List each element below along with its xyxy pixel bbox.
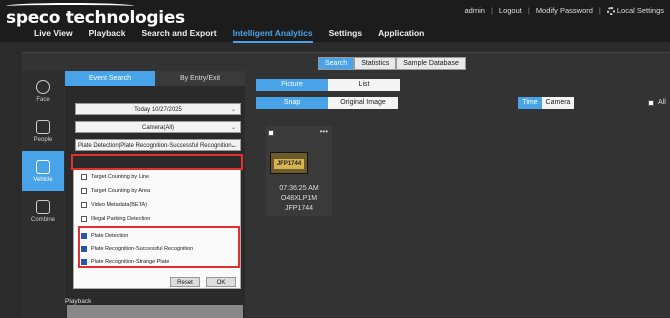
option-video-metadata[interactable]: Video Metadata(BETA) — [81, 202, 147, 208]
checkbox[interactable] — [81, 216, 87, 222]
nav-settings[interactable]: Settings — [329, 28, 363, 43]
people-icon — [36, 119, 50, 134]
checkbox[interactable] — [648, 99, 654, 106]
nav-vehicle[interactable]: Vehicle — [22, 151, 64, 191]
checkbox[interactable] — [81, 174, 87, 180]
tab-statistics[interactable]: Statistics — [354, 57, 397, 70]
tab-sample-database[interactable]: Sample Database — [396, 57, 466, 70]
more-icon[interactable]: ••• — [320, 127, 328, 136]
logout-link[interactable]: Logout — [499, 6, 522, 15]
search-panel: Event Search By Entry/Exit Today 10/27/2… — [65, 71, 245, 318]
tab-camera[interactable]: Camera — [542, 97, 574, 109]
speco-logo: speco technologies — [6, 3, 185, 28]
tab-picture[interactable]: Picture — [256, 79, 328, 91]
tab-search[interactable]: Search — [318, 57, 355, 70]
nav-search-export[interactable]: Search and Export — [141, 28, 216, 43]
nav-application[interactable]: Application — [378, 28, 424, 43]
nav-combine[interactable]: Combine — [22, 191, 64, 231]
event-type-select[interactable]: Plate Detection|Plate Recognition-Succes… — [75, 139, 241, 151]
gear-icon — [606, 7, 615, 16]
reset-button[interactable]: Reset — [170, 277, 200, 287]
face-icon — [36, 79, 50, 94]
chevron-down-icon: ⌄ — [230, 107, 236, 113]
nav-live-view[interactable]: Live View — [34, 28, 73, 43]
plate-thumbnail[interactable]: JFP1744 — [270, 152, 308, 174]
nav-people[interactable]: People — [22, 111, 64, 151]
playback-area[interactable] — [67, 305, 243, 318]
checkbox[interactable] — [81, 188, 87, 194]
user-link[interactable]: admin — [465, 6, 485, 15]
camera-select[interactable]: Camera(All) ⌄ — [75, 121, 241, 133]
tab-event-search[interactable]: Event Search — [65, 71, 155, 86]
tab-by-entry-exit[interactable]: By Entry/Exit — [155, 71, 245, 86]
nav-playback[interactable]: Playback — [89, 28, 126, 43]
chevron-down-icon: ⌄ — [230, 143, 236, 149]
checkbox[interactable] — [268, 130, 274, 136]
result-camera: O48XLP1M — [280, 195, 318, 202]
tab-time[interactable]: Time — [518, 97, 542, 109]
checkbox[interactable] — [81, 202, 87, 208]
content-area: Search Statistics Sample Database Face P… — [22, 52, 670, 318]
tab-snap[interactable]: Snap — [256, 97, 328, 109]
top-links: admin | Logout | Modify Password | Local… — [464, 6, 664, 16]
main-nav: Live View Playback Search and Export Int… — [34, 28, 424, 43]
left-nav: Face People Vehicle Combine — [22, 71, 64, 318]
result-time: 07:36:25 AM — [279, 185, 319, 192]
tab-list[interactable]: List — [328, 79, 400, 91]
plate-text: JFP1744 — [274, 159, 304, 169]
tab-original-image[interactable]: Original Image — [328, 97, 398, 109]
result-card[interactable]: ••• JFP1744 07:36:25 AM O48XLP1M JFP1744 — [266, 126, 332, 216]
option-target-counting-line[interactable]: Target Counting by Line — [81, 174, 149, 180]
option-illegal-parking[interactable]: Illegal Parking Detection — [81, 216, 150, 222]
date-select[interactable]: Today 10/27/2025 ⌄ — [75, 103, 241, 115]
top-bar: speco technologies admin | Logout | Modi… — [0, 0, 670, 43]
option-target-counting-area[interactable]: Target Counting by Area — [81, 188, 150, 194]
ok-button[interactable]: OK — [206, 277, 236, 287]
playback-label: Playback — [65, 298, 92, 305]
local-settings-link[interactable]: Local Settings — [606, 6, 664, 16]
nav-face[interactable]: Face — [22, 71, 64, 111]
combine-icon — [36, 199, 50, 214]
vehicle-icon — [36, 159, 50, 174]
modify-password-link[interactable]: Modify Password — [536, 6, 593, 15]
select-all[interactable]: All — [648, 99, 666, 106]
sub-tabs: Search Statistics Sample Database — [318, 57, 466, 70]
result-plate: JFP1744 — [284, 205, 314, 212]
nav-intelligent-analytics[interactable]: Intelligent Analytics — [232, 28, 313, 43]
highlight-box — [71, 154, 243, 170]
chevron-down-icon: ⌄ — [230, 125, 236, 131]
highlight-box — [78, 226, 240, 268]
